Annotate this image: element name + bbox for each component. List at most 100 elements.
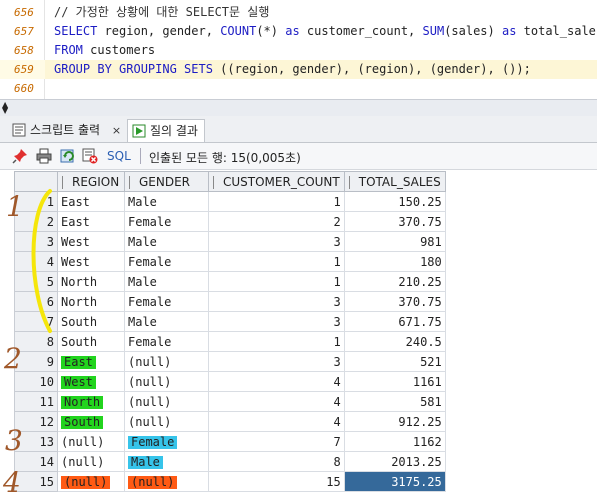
region-cell[interactable]: East (57, 211, 125, 232)
gender-cell[interactable]: Male (124, 191, 209, 212)
region-cell[interactable]: South (57, 411, 125, 432)
table-row[interactable]: 6 North Female 3 370.75 (14, 291, 446, 312)
total-sales-cell[interactable]: 180 (343, 251, 446, 272)
gender-cell[interactable]: (null) (124, 391, 209, 412)
table-row[interactable]: 1 East Male 1 150.25 (14, 191, 446, 212)
gender-cell[interactable]: Male (124, 311, 209, 332)
customer-count-cell[interactable]: 7 (208, 431, 345, 452)
customer-count-cell[interactable]: 4 (208, 371, 345, 392)
total-sales-cell[interactable]: 671.75 (343, 311, 446, 332)
customer-count-cell[interactable]: 3 (208, 291, 345, 312)
gender-cell[interactable]: (null) (124, 411, 209, 432)
sql-editor[interactable]: 656 // 가정한 상황에 대한 SELECT문 실행 657 SELECT reg… (0, 0, 597, 99)
gender-cell[interactable]: Male (124, 451, 209, 472)
total-sales-cell[interactable]: 2013.25 (343, 451, 446, 472)
customer-count-cell[interactable]: 3 (208, 311, 345, 332)
total-sales-cell[interactable]: 581 (343, 391, 446, 412)
table-row[interactable]: 9 East (null) 3 521 (14, 351, 446, 372)
customer-count-cell[interactable]: 1 (208, 271, 345, 292)
customer-count-cell[interactable]: 4 (208, 391, 345, 412)
customer-count-cell[interactable]: 3 (208, 351, 345, 372)
total-sales-cell[interactable]: 210.25 (343, 271, 446, 292)
gender-cell[interactable]: Female (124, 431, 209, 452)
gender-cell[interactable]: Male (124, 271, 209, 292)
table-row[interactable]: 14 (null) Male 8 2013.25 (14, 451, 446, 472)
customer-count-cell[interactable]: 4 (208, 411, 345, 432)
table-row[interactable]: 10 West (null) 4 1161 (14, 371, 446, 392)
column-header-gender[interactable]: GENDER (124, 171, 209, 192)
editor-line[interactable]: 657 SELECT region, gender, COUNT(*) as cu… (0, 22, 597, 41)
region-cell[interactable]: (null) (57, 431, 125, 452)
total-sales-cell[interactable]: 150.25 (343, 191, 446, 212)
region-cell[interactable]: North (57, 271, 125, 292)
gender-cell[interactable]: Female (124, 251, 209, 272)
gender-cell[interactable]: Female (124, 211, 209, 232)
editor-line[interactable]: 658 FROM customers (0, 41, 597, 60)
column-header-total-sales[interactable]: TOTAL_SALES (343, 171, 446, 192)
table-row[interactable]: 12 South (null) 4 912.25 (14, 411, 446, 432)
table-row[interactable]: 2 East Female 2 370.75 (14, 211, 446, 232)
total-sales-cell[interactable]: 521 (343, 351, 446, 372)
total-sales-cell[interactable]: 240.5 (343, 331, 446, 352)
row-number-cell[interactable]: 4 (14, 251, 58, 272)
total-sales-cell[interactable]: 3175.25 (343, 471, 446, 492)
table-row[interactable]: 11 North (null) 4 581 (14, 391, 446, 412)
gender-cell[interactable]: Female (124, 291, 209, 312)
column-header-region[interactable]: REGION (57, 171, 125, 192)
row-number-cell[interactable]: 7 (14, 311, 58, 332)
customer-count-cell[interactable]: 1 (208, 191, 345, 212)
customer-count-cell[interactable]: 1 (208, 251, 345, 272)
total-sales-cell[interactable]: 1162 (343, 431, 446, 452)
region-cell[interactable]: (null) (57, 471, 125, 492)
region-cell[interactable]: West (57, 231, 125, 252)
editor-line[interactable]: 656 // 가정한 상황에 대한 SELECT문 실행 (0, 3, 597, 22)
gender-cell[interactable]: (null) (124, 351, 209, 372)
collapse-arrows-icon[interactable]: ▲ ▼ (2, 101, 8, 115)
region-cell[interactable]: West (57, 251, 125, 272)
print-icon[interactable] (36, 148, 52, 164)
total-sales-cell[interactable]: 912.25 (343, 411, 446, 432)
table-row[interactable]: 13 (null) Female 7 1162 (14, 431, 446, 452)
total-sales-cell[interactable]: 370.75 (343, 211, 446, 232)
row-number-cell[interactable]: 5 (14, 271, 58, 292)
region-cell[interactable]: North (57, 391, 125, 412)
close-icon[interactable]: × (112, 124, 121, 137)
row-number-cell[interactable]: 3 (14, 231, 58, 252)
row-number-cell[interactable]: 11 (14, 391, 58, 412)
row-number-header[interactable] (14, 171, 58, 192)
tab-query-result[interactable]: 질의 결과 (127, 119, 205, 142)
editor-line[interactable]: 659 GROUP BY GROUPING SETS ((region, gend… (0, 60, 597, 79)
table-row[interactable]: 3 West Male 3 981 (14, 231, 446, 252)
customer-count-cell[interactable]: 15 (208, 471, 345, 492)
customer-count-cell[interactable]: 3 (208, 231, 345, 252)
total-sales-cell[interactable]: 1161 (343, 371, 446, 392)
sql-button[interactable]: SQL (107, 149, 131, 163)
gender-cell[interactable]: Female (124, 331, 209, 352)
refresh-icon[interactable] (60, 148, 76, 164)
region-cell[interactable]: (null) (57, 451, 125, 472)
table-row[interactable]: 7 South Male 3 671.75 (14, 311, 446, 332)
gender-cell[interactable]: Male (124, 231, 209, 252)
region-cell[interactable]: West (57, 371, 125, 392)
total-sales-cell[interactable]: 981 (343, 231, 446, 252)
region-cell[interactable]: East (57, 191, 125, 212)
result-grid[interactable]: REGION GENDER CUSTOMER_COUNT TOTAL_SALES… (14, 171, 446, 492)
pin-icon[interactable] (12, 148, 28, 164)
column-header-customer-count[interactable]: CUSTOMER_COUNT (208, 171, 345, 192)
gender-cell[interactable]: (null) (124, 471, 209, 492)
customer-count-cell[interactable]: 8 (208, 451, 345, 472)
total-sales-cell[interactable]: 370.75 (343, 291, 446, 312)
table-row[interactable]: 4 West Female 1 180 (14, 251, 446, 272)
customer-count-cell[interactable]: 2 (208, 211, 345, 232)
delete-icon[interactable] (82, 148, 98, 164)
region-cell[interactable]: South (57, 331, 125, 352)
tab-script-output[interactable]: 스크립트 출력 × (8, 119, 127, 141)
gender-cell[interactable]: (null) (124, 371, 209, 392)
table-row[interactable]: 15 (null) (null) 15 3175.25 (14, 471, 446, 492)
table-row[interactable]: 5 North Male 1 210.25 (14, 271, 446, 292)
table-row[interactable]: 8 South Female 1 240.5 (14, 331, 446, 352)
editor-line[interactable]: 660 (0, 79, 597, 98)
customer-count-cell[interactable]: 1 (208, 331, 345, 352)
region-cell[interactable]: East (57, 351, 125, 372)
region-cell[interactable]: North (57, 291, 125, 312)
